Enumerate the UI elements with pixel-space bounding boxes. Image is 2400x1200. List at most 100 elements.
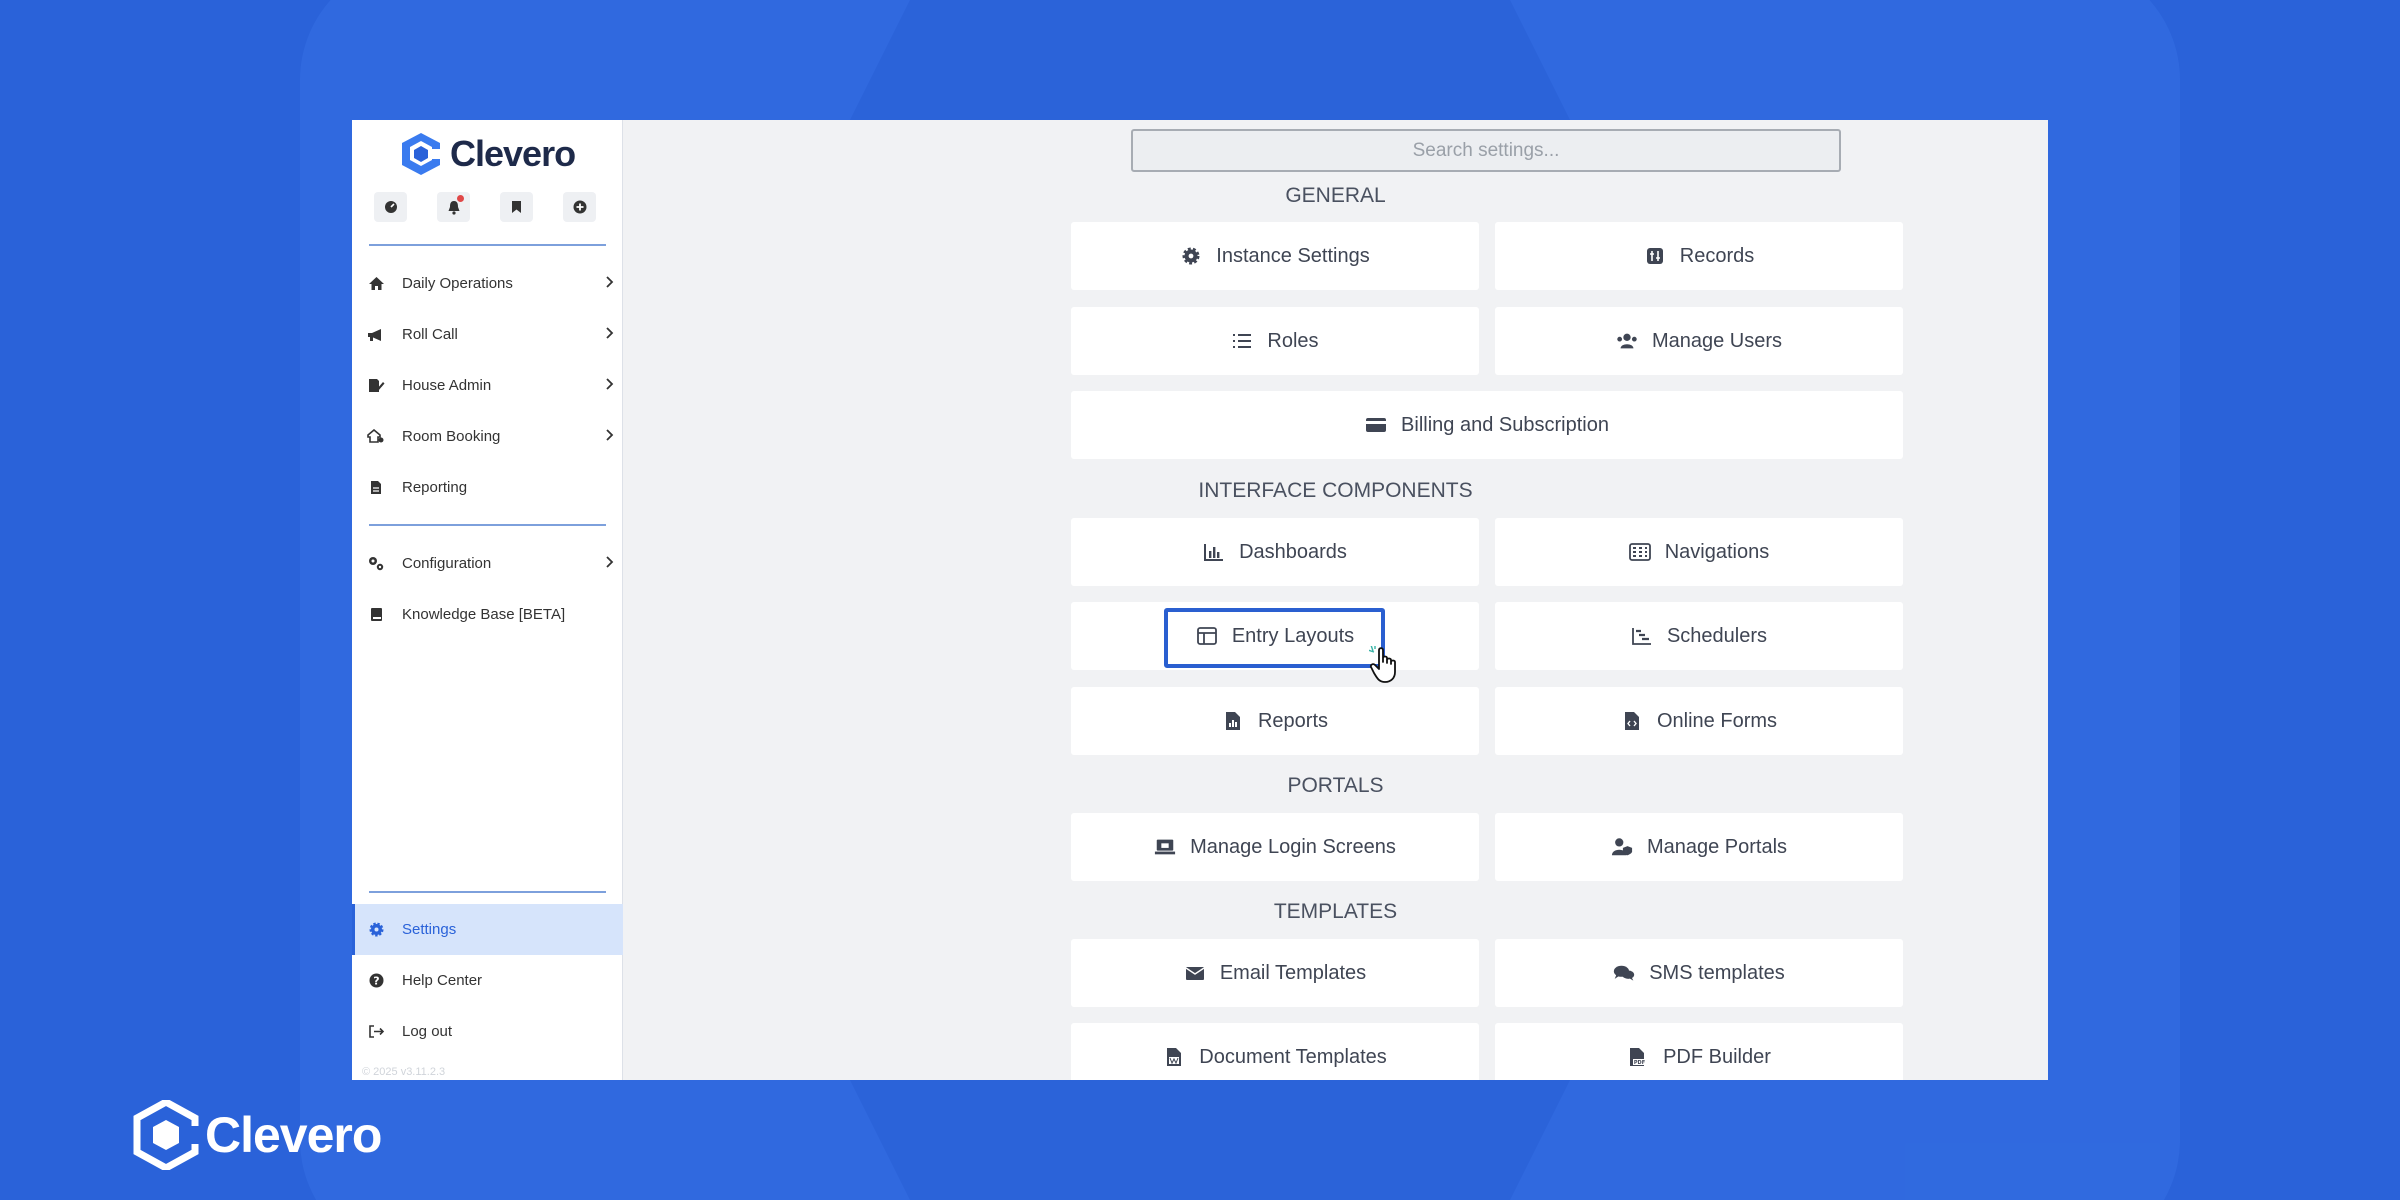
settings-main: Search settings... GENERAL Instance Sett…	[623, 120, 2048, 1080]
chevron-right-icon	[605, 428, 614, 446]
pdf-builder-button[interactable]: PDF PDF Builder	[1495, 1023, 1903, 1080]
clevero-logo-icon	[133, 1100, 199, 1170]
gear-icon	[1180, 245, 1202, 267]
card-label: Manage Portals	[1646, 835, 1788, 858]
sidebar-item-label: Help Center	[402, 972, 483, 989]
chevron-right-icon	[605, 326, 614, 344]
sidebar-item-label: Daily Operations	[402, 275, 513, 292]
dashboard-icon[interactable]	[374, 192, 407, 222]
chevron-right-icon	[605, 555, 614, 573]
sidebar-item-settings[interactable]: Settings	[352, 904, 623, 955]
card-label: Manage Login Screens	[1190, 835, 1396, 858]
manage-login-screens-button[interactable]: Manage Login Screens	[1071, 813, 1479, 881]
svg-text:PDF: PDF	[1634, 1060, 1645, 1066]
users-icon	[1616, 330, 1638, 352]
report-icon	[366, 478, 386, 498]
sidebar-divider	[369, 244, 606, 246]
version-text: © 2025 v3.11.2.3	[362, 1066, 446, 1078]
dashboards-button[interactable]: Dashboards	[1071, 518, 1479, 586]
sidebar-item-label: Configuration	[402, 555, 492, 572]
manage-users-button[interactable]: Manage Users	[1495, 307, 1903, 375]
reports-button[interactable]: Reports	[1071, 687, 1479, 755]
sidebar-item-help-center[interactable]: ? Help Center	[352, 955, 623, 1006]
hand-pointer-cursor-icon	[1367, 644, 1405, 689]
section-heading-interface: INTERFACE COMPONENTS	[1198, 479, 1473, 502]
app-name: Clevero	[450, 133, 576, 174]
clevero-logo-icon	[402, 133, 442, 175]
credit-card-icon	[1365, 414, 1387, 436]
card-label: Dashboards	[1239, 540, 1347, 563]
file-chart-icon	[1222, 710, 1244, 732]
search-input[interactable]: Search settings...	[1131, 129, 1841, 172]
quick-icons	[374, 192, 596, 222]
logout-icon	[366, 1022, 386, 1042]
card-label: Billing and Subscription	[1401, 413, 1609, 436]
bell-icon[interactable]	[437, 192, 470, 222]
gear-icon	[366, 920, 386, 940]
instance-settings-button[interactable]: Instance Settings	[1071, 222, 1479, 290]
home-icon	[366, 274, 386, 294]
records-button[interactable]: Records	[1495, 222, 1903, 290]
navigations-button[interactable]: Navigations	[1495, 518, 1903, 586]
sidebar-item-reporting[interactable]: Reporting	[352, 462, 623, 513]
roles-button[interactable]: Roles	[1071, 307, 1479, 375]
sidebar-item-label: Reporting	[402, 479, 468, 496]
plus-circle-icon[interactable]	[563, 192, 596, 222]
svg-text:?: ?	[373, 975, 379, 988]
notification-badge	[457, 195, 464, 202]
book-icon	[366, 605, 386, 625]
email-templates-button[interactable]: Email Templates	[1071, 939, 1479, 1007]
document-templates-button[interactable]: Document Templates	[1071, 1023, 1479, 1080]
app-logo[interactable]: Clevero	[398, 126, 576, 182]
manage-portals-button[interactable]: Manage Portals	[1495, 813, 1903, 881]
section-heading-portals: PORTALS	[1287, 774, 1384, 797]
card-label: Online Forms	[1656, 709, 1778, 732]
sidebar-nav-main: Daily Operations Roll Call House Admin R…	[352, 258, 623, 513]
card-label: Roles	[1267, 329, 1319, 352]
sidebar-nav-config: Configuration Knowledge Base [BETA]	[352, 538, 623, 640]
sidebar-divider	[369, 524, 606, 526]
bookmark-icon[interactable]	[500, 192, 533, 222]
sidebar-item-house-admin[interactable]: House Admin	[352, 360, 623, 411]
sms-templates-button[interactable]: SMS templates	[1495, 939, 1903, 1007]
sidebar: Clevero Daily Operations Roll Call House…	[352, 120, 623, 1080]
records-icon	[1644, 245, 1666, 267]
card-label: Document Templates	[1199, 1045, 1387, 1068]
user-shield-icon	[1611, 836, 1633, 858]
card-label: Manage Users	[1651, 329, 1783, 352]
edit-doc-icon	[366, 376, 386, 396]
card-label: Records	[1679, 244, 1755, 267]
section-heading-templates: TEMPLATES	[1273, 900, 1398, 923]
question-icon: ?	[366, 971, 386, 991]
megaphone-icon	[366, 325, 386, 345]
chevron-right-icon	[605, 275, 614, 293]
sidebar-item-configuration[interactable]: Configuration	[352, 538, 623, 589]
chevron-right-icon	[605, 377, 614, 395]
sidebar-item-daily-operations[interactable]: Daily Operations	[352, 258, 623, 309]
sidebar-item-room-booking[interactable]: Room Booking	[352, 411, 623, 462]
file-word-icon	[1163, 1046, 1185, 1068]
online-forms-button[interactable]: Online Forms	[1495, 687, 1903, 755]
envelope-icon	[1184, 962, 1206, 984]
gantt-icon	[1631, 625, 1653, 647]
list-icon	[1231, 330, 1253, 352]
sidebar-item-label: Log out	[402, 1023, 453, 1040]
grid-icon	[1628, 541, 1651, 563]
file-pdf-icon: PDF	[1627, 1046, 1649, 1068]
billing-subscription-button[interactable]: Billing and Subscription	[1071, 391, 1903, 459]
card-label: Instance Settings	[1216, 244, 1370, 267]
house-key-icon	[366, 427, 386, 447]
sidebar-item-knowledge-base[interactable]: Knowledge Base [BETA]	[352, 589, 623, 640]
sidebar-item-roll-call[interactable]: Roll Call	[352, 309, 623, 360]
click-highlight	[1164, 608, 1385, 668]
card-label: Email Templates	[1219, 961, 1367, 984]
sidebar-item-label: Room Booking	[402, 428, 501, 445]
file-code-icon	[1621, 710, 1643, 732]
sidebar-nav-bottom: Settings ? Help Center Log out	[352, 904, 623, 1057]
schedulers-button[interactable]: Schedulers	[1495, 602, 1903, 670]
section-heading-general: GENERAL	[1285, 184, 1386, 207]
sidebar-divider	[369, 891, 606, 893]
card-label: Reports	[1257, 709, 1329, 732]
chat-bubbles-icon	[1613, 962, 1635, 984]
sidebar-item-log-out[interactable]: Log out	[352, 1006, 623, 1057]
